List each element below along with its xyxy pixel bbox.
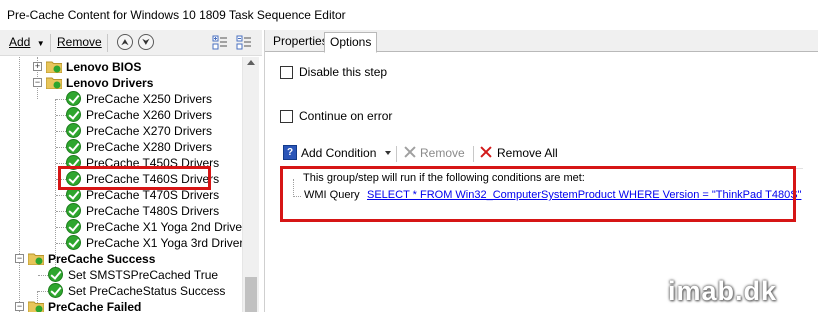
tree-item-label: PreCache X250 Drivers bbox=[86, 92, 213, 106]
watermark: imab.dk bbox=[668, 276, 778, 306]
tree-item-label: PreCache X270 Drivers bbox=[86, 124, 213, 138]
folder-icon bbox=[46, 77, 62, 89]
remove-all-label: Remove All bbox=[497, 146, 558, 160]
tab-options[interactable]: Options bbox=[324, 32, 378, 53]
tab-strip: Properties Options bbox=[265, 30, 818, 53]
tree-line bbox=[56, 147, 66, 148]
success-check-icon bbox=[48, 267, 63, 282]
add-condition-icon: ? bbox=[283, 145, 297, 160]
toolbar-separator bbox=[50, 34, 51, 52]
success-check-icon bbox=[66, 123, 81, 138]
scroll-up-arrow-icon[interactable] bbox=[247, 60, 255, 65]
collapse-all-icon[interactable] bbox=[236, 34, 252, 50]
success-check-icon bbox=[66, 107, 81, 122]
add-label: Add bbox=[9, 35, 31, 49]
tree-item-precache-success[interactable]: − PreCache Success bbox=[0, 251, 240, 267]
checkbox-box[interactable] bbox=[280, 66, 293, 79]
expand-icon[interactable]: + bbox=[33, 62, 42, 71]
window-title: Pre-Cache Content for Windows 10 1809 Ta… bbox=[7, 8, 346, 22]
folder-icon bbox=[28, 301, 44, 312]
toolbar-separator bbox=[396, 146, 397, 162]
disable-step-label: Disable this step bbox=[299, 65, 388, 79]
tree-item-step[interactable]: Set SMSTSPreCached True bbox=[0, 267, 240, 283]
tree-item-step[interactable]: PreCache X280 Drivers bbox=[0, 139, 240, 155]
tree-line bbox=[38, 275, 48, 276]
success-check-icon bbox=[66, 219, 81, 234]
remove-label: Remove bbox=[57, 35, 102, 49]
tree-item-label: PreCache X1 Yoga 3rd Drivers bbox=[86, 236, 248, 250]
tree-scrollbar[interactable] bbox=[242, 57, 259, 312]
tree-item-label: PreCache X260 Drivers bbox=[86, 108, 213, 122]
toolbar-separator bbox=[107, 34, 108, 52]
remove-condition-icon bbox=[404, 146, 416, 158]
success-check-icon bbox=[66, 91, 81, 106]
tree-item-step[interactable]: PreCache X250 Drivers bbox=[0, 91, 240, 107]
add-condition-button[interactable]: Add Condition bbox=[301, 144, 376, 162]
remove-condition-button[interactable]: Remove bbox=[420, 144, 465, 162]
tree-item-precache-failed[interactable]: − PreCache Failed bbox=[0, 299, 240, 312]
tree-line bbox=[56, 115, 66, 116]
folder-icon bbox=[46, 61, 62, 73]
scrollbar-thumb[interactable] bbox=[245, 277, 257, 312]
tree-item-label: PreCache X280 Drivers bbox=[86, 140, 213, 154]
tree-item-label: PreCache X1 Yoga 2nd Drivers bbox=[86, 220, 248, 234]
success-check-icon bbox=[48, 283, 63, 298]
tab-properties[interactable]: Properties bbox=[268, 32, 333, 52]
tree-item-label: PreCache Success bbox=[48, 252, 156, 266]
tree-item-label: Lenovo BIOS bbox=[66, 60, 142, 74]
success-check-icon bbox=[66, 139, 81, 154]
add-menu-button[interactable]: Add ▼ bbox=[9, 35, 45, 49]
tree-line bbox=[56, 131, 66, 132]
success-check-icon bbox=[66, 235, 81, 250]
tree-item-label: PreCache Failed bbox=[48, 300, 142, 312]
conditions-toolbar: ? Add Condition Remove Remove All bbox=[283, 144, 803, 164]
tree-line bbox=[56, 163, 66, 164]
success-check-icon bbox=[66, 203, 81, 218]
collapse-icon[interactable]: − bbox=[15, 254, 24, 263]
move-down-icon[interactable]: ⮟ bbox=[138, 34, 154, 50]
tree-line bbox=[38, 291, 48, 292]
add-condition-label: Add Condition bbox=[301, 146, 377, 160]
selected-step-highlight bbox=[58, 166, 211, 190]
tree-item-step[interactable]: Set PreCacheStatus Success bbox=[0, 283, 240, 299]
tree-line bbox=[56, 99, 66, 100]
tree-item-step[interactable]: PreCache X270 Drivers bbox=[0, 123, 240, 139]
tree-line bbox=[56, 195, 66, 196]
title-bar: Pre-Cache Content for Windows 10 1809 Ta… bbox=[0, 0, 818, 30]
tree-item-lenovo-drivers[interactable]: − Lenovo Drivers bbox=[0, 75, 240, 91]
tree-item-label: Set PreCacheStatus Success bbox=[68, 284, 226, 298]
tree-item-step[interactable]: PreCache X260 Drivers bbox=[0, 107, 240, 123]
remove-button[interactable]: Remove bbox=[57, 35, 102, 49]
add-dropdown-arrow-icon: ▼ bbox=[36, 39, 45, 48]
tree-toolbar: Add ▼ Remove ⮝ ⮟ bbox=[0, 30, 262, 56]
tree-item-step[interactable]: PreCache X1 Yoga 2nd Drivers bbox=[0, 219, 248, 235]
move-up-icon[interactable]: ⮝ bbox=[117, 34, 133, 50]
continue-on-error-label: Continue on error bbox=[299, 109, 393, 123]
tree-line bbox=[56, 243, 66, 244]
tree-item-step-selected[interactable]: PreCache T480S Drivers bbox=[0, 203, 240, 219]
tree-line bbox=[56, 227, 66, 228]
tree-item-label: Set SMSTSPreCached True bbox=[68, 268, 219, 282]
add-condition-dropdown-icon[interactable] bbox=[385, 151, 391, 155]
tree-item-lenovo-bios[interactable]: + Lenovo BIOS bbox=[0, 59, 240, 75]
tree-item-step[interactable]: PreCache X1 Yoga 3rd Drivers bbox=[0, 235, 248, 251]
collapse-icon[interactable]: − bbox=[33, 78, 42, 87]
tree-item-label: PreCache T480S Drivers bbox=[86, 204, 220, 218]
wmi-condition-highlight bbox=[280, 166, 796, 222]
remove-all-icon bbox=[480, 146, 492, 158]
checkbox-box[interactable] bbox=[280, 110, 293, 123]
tree-line bbox=[56, 211, 66, 212]
toolbar-separator bbox=[473, 146, 474, 162]
tree-item-label: Lenovo Drivers bbox=[66, 76, 154, 90]
collapse-icon[interactable]: − bbox=[15, 302, 24, 311]
remove-condition-label: Remove bbox=[420, 146, 465, 160]
expand-all-icon[interactable] bbox=[212, 34, 228, 50]
remove-all-button[interactable]: Remove All bbox=[497, 144, 558, 162]
folder-icon bbox=[28, 253, 44, 265]
